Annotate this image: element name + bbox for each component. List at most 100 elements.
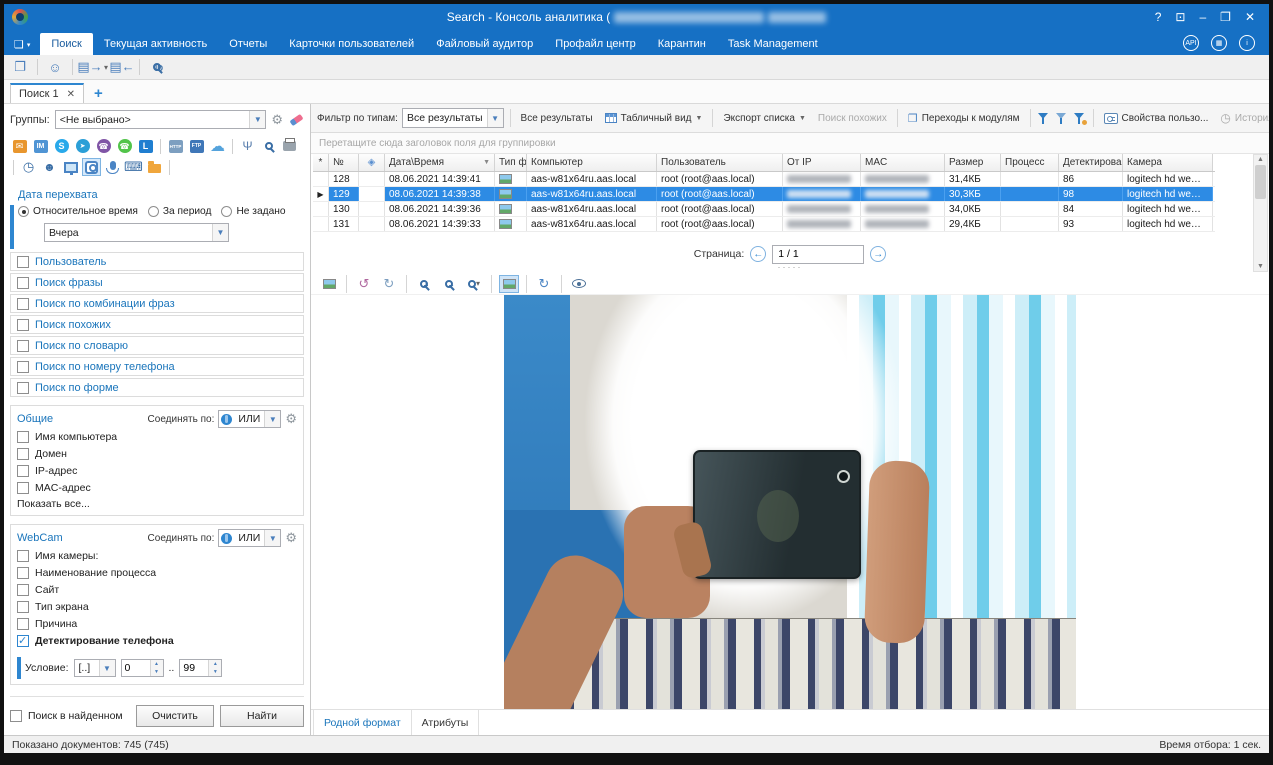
filter-edit-icon[interactable] xyxy=(1073,111,1087,125)
package-icon[interactable]: ▦ xyxy=(1211,35,1227,51)
checkbox-icon[interactable] xyxy=(17,567,29,579)
chevron-down-icon[interactable]: ▼ xyxy=(264,411,280,427)
checkbox-icon[interactable] xyxy=(17,618,29,630)
filter-section[interactable]: Пользователь xyxy=(10,252,304,271)
zoom-out-icon[interactable]: − xyxy=(439,275,459,293)
skype-icon[interactable]: S xyxy=(52,137,71,155)
checkbox-icon[interactable] xyxy=(17,382,29,394)
user-properties-button[interactable]: Свойства пользо... xyxy=(1100,110,1213,127)
refresh-icon[interactable]: ↻ xyxy=(534,275,554,293)
chevron-down-icon[interactable]: ▼ xyxy=(212,224,228,241)
column-header-detected[interactable]: Детектирова xyxy=(1059,154,1123,171)
column-header-camera[interactable]: Камера xyxy=(1123,154,1213,171)
spin-up-icon[interactable]: ▲ xyxy=(209,660,221,668)
radio-icon[interactable] xyxy=(18,206,29,217)
condition-from-stepper[interactable]: ▲▼ xyxy=(121,659,164,677)
viber-icon[interactable]: ☎ xyxy=(94,137,113,155)
printer-icon[interactable] xyxy=(280,137,299,155)
filter-clear-icon[interactable] xyxy=(1055,111,1069,125)
device-search-icon[interactable] xyxy=(259,137,278,155)
windows-icon[interactable]: ❐ xyxy=(10,58,30,76)
radio-option[interactable]: За период xyxy=(148,206,212,217)
next-page-button[interactable]: → xyxy=(870,246,886,262)
folder-export-icon[interactable]: ▤→ xyxy=(80,58,100,76)
sort-filter-icon[interactable]: ▼ xyxy=(483,159,490,166)
checkbox-icon[interactable] xyxy=(17,298,29,310)
condition-to-stepper[interactable]: ▲▼ xyxy=(179,659,222,677)
user-activity-icon[interactable]: ☻ xyxy=(40,158,59,176)
scroll-thumb[interactable] xyxy=(1255,165,1266,199)
checkbox-icon[interactable] xyxy=(17,361,29,373)
common-join-select[interactable]: ИЛИ ▼ xyxy=(218,410,281,428)
search-in-found-checkbox[interactable] xyxy=(10,710,22,722)
modules-button[interactable]: ❐Переходы к модулям xyxy=(904,109,1024,128)
webcam-join-select[interactable]: ИЛИ ▼ xyxy=(218,529,281,547)
restore-icon[interactable]: ❐ xyxy=(1220,10,1231,24)
files-icon[interactable] xyxy=(145,158,164,176)
groups-select[interactable]: <Не выбрано> ▼ xyxy=(55,110,267,129)
api-icon[interactable]: API xyxy=(1183,35,1199,51)
menu-tab[interactable]: Текущая активность xyxy=(93,33,218,55)
cloud-icon[interactable]: ☁ xyxy=(208,137,227,155)
minimize-icon[interactable]: – xyxy=(1199,10,1206,24)
spin-down-icon[interactable]: ▼ xyxy=(151,668,163,676)
radio-selected[interactable]: Относительное время xyxy=(18,206,138,217)
condition-to-input[interactable] xyxy=(180,660,208,676)
chevron-down-icon[interactable]: ▼ xyxy=(99,660,115,676)
keylogger-icon[interactable]: ⌨ xyxy=(124,158,143,176)
menu-tab[interactable]: Отчеты xyxy=(218,33,278,55)
ftp-icon[interactable]: FTP xyxy=(187,137,206,155)
prev-page-button[interactable]: ← xyxy=(750,246,766,262)
image-save-icon[interactable] xyxy=(319,275,339,293)
condition-from-input[interactable] xyxy=(122,660,150,676)
pin-window-icon[interactable]: ⊡ xyxy=(1175,10,1185,24)
filter-section[interactable]: Поиск по форме xyxy=(10,378,304,397)
lync-icon[interactable]: L xyxy=(136,137,155,155)
checkbox-row[interactable]: Домен xyxy=(17,445,297,462)
filter-by-type-select[interactable]: Все результаты ▼ xyxy=(402,108,504,128)
viewer-tab[interactable]: Родной формат xyxy=(313,710,412,735)
column-header-computer[interactable]: Компьютер xyxy=(527,154,657,171)
checkbox-row[interactable]: Сайт xyxy=(17,581,297,598)
chevron-down-icon[interactable]: ▼ xyxy=(264,530,280,546)
rotate-left-icon[interactable]: ↺ xyxy=(354,275,374,293)
column-header-datetime[interactable]: Дата\Время▼ xyxy=(385,154,495,171)
all-results-button[interactable]: Все результаты xyxy=(517,110,597,127)
menu-tab[interactable]: Профайл центр xyxy=(544,33,646,55)
chevron-down-icon[interactable]: ▼ xyxy=(249,111,265,128)
checkbox-icon[interactable] xyxy=(17,431,29,443)
clear-button[interactable]: Очистить xyxy=(136,705,214,727)
gear-icon[interactable]: ⚙ xyxy=(285,530,297,546)
tab-search-1[interactable]: Поиск 1 ✕ xyxy=(10,83,84,103)
eraser-icon[interactable] xyxy=(288,117,304,123)
export-list-button[interactable]: Экспорт списка▼ xyxy=(719,110,809,127)
checkbox-row[interactable]: Наименование процесса xyxy=(17,564,297,581)
whatsapp-icon[interactable]: ☎ xyxy=(115,137,134,155)
checkbox-icon[interactable] xyxy=(17,448,29,460)
checkbox-row[interactable]: Тип экрана xyxy=(17,598,297,615)
close-icon[interactable]: ✕ xyxy=(67,89,75,100)
rotate-right-icon[interactable]: ↻ xyxy=(379,275,399,293)
spin-down-icon[interactable]: ▼ xyxy=(209,668,221,676)
checkbox-icon[interactable] xyxy=(17,635,29,647)
group-by-bar[interactable]: Перетащите сюда заголовок поля для групп… xyxy=(311,133,1269,154)
checkbox-icon[interactable] xyxy=(17,256,29,268)
menu-tab[interactable]: Файловый аудитор xyxy=(425,33,544,55)
filter-section[interactable]: Поиск фразы xyxy=(10,273,304,292)
checkbox-icon[interactable] xyxy=(17,465,29,477)
condition-operator-select[interactable]: [..] ▼ xyxy=(74,659,116,677)
checkbox-icon[interactable] xyxy=(17,584,29,596)
mail-icon[interactable]: ✉ xyxy=(10,137,29,155)
filter-section[interactable]: Поиск похожих xyxy=(10,315,304,334)
zoom-in-icon[interactable]: + xyxy=(414,275,434,293)
gear-icon[interactable]: ⚙ xyxy=(271,112,283,128)
find-button[interactable]: Найти xyxy=(220,705,304,727)
http-icon[interactable]: HTTP xyxy=(166,137,185,155)
column-header-num[interactable]: № xyxy=(329,154,359,171)
checkbox-row[interactable]: Имя компьютера xyxy=(17,428,297,445)
column-header-size[interactable]: Размер xyxy=(945,154,1001,171)
table-view-button[interactable]: Табличный вид▼ xyxy=(601,110,707,127)
program-icon[interactable]: ◷ xyxy=(19,158,38,176)
splitter-handle[interactable]: ····· xyxy=(311,264,1269,273)
viewer-tab[interactable]: Атрибуты xyxy=(412,710,480,735)
